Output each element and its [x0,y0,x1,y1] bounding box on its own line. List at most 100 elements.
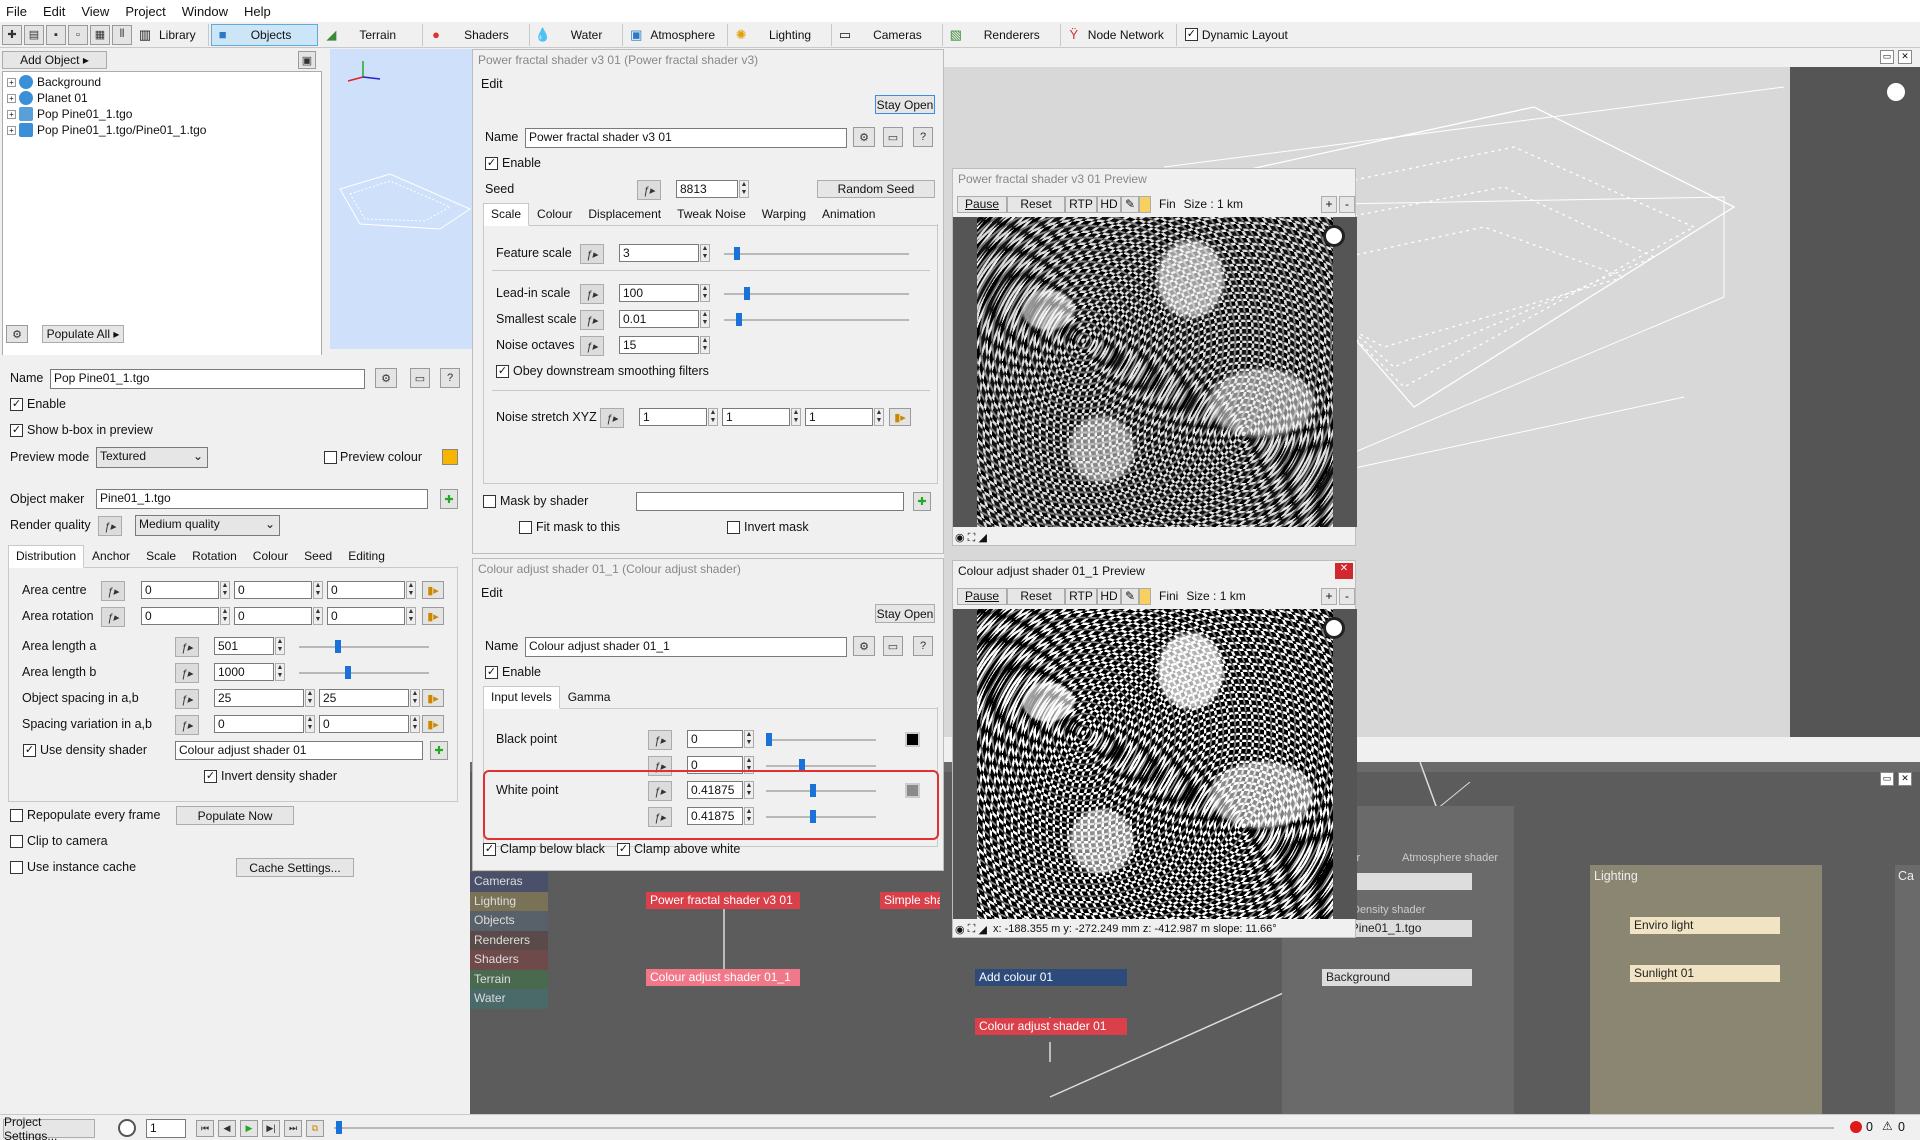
enable-checkbox[interactable]: ✓ [485,666,498,679]
black-point-swatch[interactable] [905,732,920,747]
timeline-slider[interactable] [334,1121,1834,1134]
first-frame-icon[interactable]: ⏮ [196,1120,214,1137]
prev-frame-icon[interactable]: ◀ [218,1120,236,1137]
area-rotation-x[interactable]: 0 [141,607,219,625]
spin-icon[interactable]: ▲ ▼ [305,715,315,733]
new-file-icon[interactable]: ✚ [2,24,22,45]
mask-by-shader-checkbox[interactable] [483,495,496,508]
stay-open-button[interactable]: Stay Open [875,604,935,623]
spin-icon[interactable]: ▲ ▼ [744,730,754,748]
hd-button[interactable]: HD [1097,587,1121,605]
gear-icon[interactable]: ⚙ [853,127,875,147]
tab-editing[interactable]: Editing [340,545,393,567]
shader-name-field[interactable]: Power fractal shader v3 01 [525,128,847,148]
function-icon[interactable]: ƒ▸ [580,244,604,264]
tab-scale[interactable]: Scale [138,545,184,567]
enable-checkbox[interactable]: ✓ [485,157,498,170]
clip-camera-checkbox[interactable] [10,835,23,848]
function-icon[interactable]: ƒ▸ [637,180,661,200]
reset-button[interactable]: Reset [1007,195,1065,213]
tab-gamma[interactable]: Gamma [560,686,619,708]
area-centre-z[interactable]: 0 [327,581,405,599]
spin-icon[interactable]: ▲ ▼ [275,663,285,681]
render-icon[interactable]: ▦ [90,24,110,45]
save-as-icon[interactable]: ▫ [68,24,88,45]
function-icon[interactable]: ƒ▸ [600,408,624,428]
zoom-out-icon[interactable]: - [1339,587,1355,605]
tab-water[interactable]: 💧 Water [532,23,624,46]
keyframe-icon[interactable]: ⧉ [306,1120,324,1137]
spin-icon[interactable]: ▲ ▼ [874,408,884,426]
mask-shader-field[interactable] [636,492,904,511]
stretch-z-field[interactable]: 1 [805,408,873,426]
fractal-preview-image[interactable] [977,217,1333,527]
function-icon[interactable]: ƒ▸ [101,581,125,601]
cache-settings-button[interactable]: Cache Settings... [236,858,354,877]
spin-icon[interactable]: ▲ ▼ [220,607,230,625]
eye-icon[interactable]: ◉ [955,532,965,544]
reset-button[interactable]: Reset [1007,587,1065,605]
window-icon[interactable]: ▭ [883,636,903,656]
tree-item-pop-pine[interactable]: + Pop Pine01_1.tgo [7,107,132,121]
lock-icon[interactable] [1139,195,1151,213]
pop-name-field[interactable]: Pop Pine01_1.tgo [50,369,365,389]
save-icon[interactable]: ▪ [46,24,66,45]
lock-icon[interactable] [1139,587,1151,605]
populate-all-button[interactable]: Populate All ▸ [42,325,124,343]
clamp-above-checkbox[interactable]: ✓ [617,843,630,856]
lock-icon[interactable]: ▮▸ [422,607,444,625]
tree-item-pine-object[interactable]: + Pop Pine01_1.tgo/Pine01_1.tgo [7,123,206,137]
tree-item-background[interactable]: + Background [7,75,101,89]
zoom-in-icon[interactable]: + [1321,195,1337,213]
close-icon[interactable]: ✕ [1898,50,1912,64]
node-simple-shape[interactable]: Simple shape [880,892,940,909]
function-icon[interactable]: ƒ▸ [580,310,604,330]
next-frame-icon[interactable]: ▶| [262,1120,280,1137]
preview-camera-icon[interactable] [1323,617,1345,639]
tab-input-levels[interactable]: Input levels [483,686,560,709]
function-icon[interactable]: ƒ▸ [580,336,604,356]
node-colour-adjust-1[interactable]: Colour adjust shader 01_1 [646,969,800,986]
panel-toggle-icon[interactable]: ▣ [298,51,316,69]
area-length-b-field[interactable]: 1000 [214,663,274,681]
menu-view[interactable]: View [81,4,109,19]
node-sunlight[interactable]: Sunlight 01 [1630,965,1780,982]
tab-atmosphere[interactable]: ▣ Atmosphere [625,23,729,46]
edit-menu[interactable]: Edit [481,586,503,600]
open-folder-icon[interactable]: ▤ [24,24,44,45]
help-icon[interactable]: ? [913,636,933,656]
invert-mask-checkbox[interactable] [727,521,740,534]
tab-library[interactable]: ▥ Library [134,23,209,46]
clock-icon[interactable] [118,1119,136,1137]
lock-icon[interactable]: ▮▸ [889,408,911,426]
invert-density-checkbox[interactable]: ✓ [204,770,217,783]
eye-icon[interactable]: ◉ [955,923,965,937]
lock-icon[interactable]: ▮▸ [422,689,444,707]
smallest-scale-slider[interactable] [724,313,909,326]
close-icon[interactable]: ✕ [1335,563,1353,579]
tab-renderers[interactable]: ▧ Renderers [945,23,1061,46]
lead-in-field[interactable]: 100 [619,284,699,302]
gear-icon[interactable]: ⚙ [853,636,875,656]
zoom-out-icon[interactable]: - [1339,195,1355,213]
node-power-fractal[interactable]: Power fractal shader v3 01 [646,892,800,909]
spin-icon[interactable]: ▲ ▼ [708,408,718,426]
spin-icon[interactable]: ▲ ▼ [410,689,420,707]
enable-checkbox[interactable]: ✓ [10,398,23,411]
lock-icon[interactable]: ▮▸ [422,581,444,599]
area-length-a-slider[interactable] [299,640,429,653]
tab-distribution[interactable]: Distribution [8,545,85,568]
random-seed-button[interactable]: Random Seed [817,180,935,198]
window-icon[interactable]: ▭ [410,368,430,388]
feature-scale-field[interactable]: 3 [619,244,699,262]
last-frame-icon[interactable]: ⏭ [284,1120,302,1137]
help-icon[interactable]: ? [913,127,933,147]
function-icon[interactable]: ƒ▸ [98,516,122,536]
function-icon[interactable]: ƒ▸ [175,715,199,735]
gear-icon[interactable]: ⚙ [375,368,397,388]
seed-field[interactable]: 8813 [676,180,738,198]
preview-mode-select[interactable]: Textured ⌄ [96,447,208,468]
pause-button[interactable]: Pause [957,587,1007,605]
tab-cameras[interactable]: ▭ Cameras [834,23,943,46]
settings-gear-icon[interactable]: ⚙ [6,325,28,343]
